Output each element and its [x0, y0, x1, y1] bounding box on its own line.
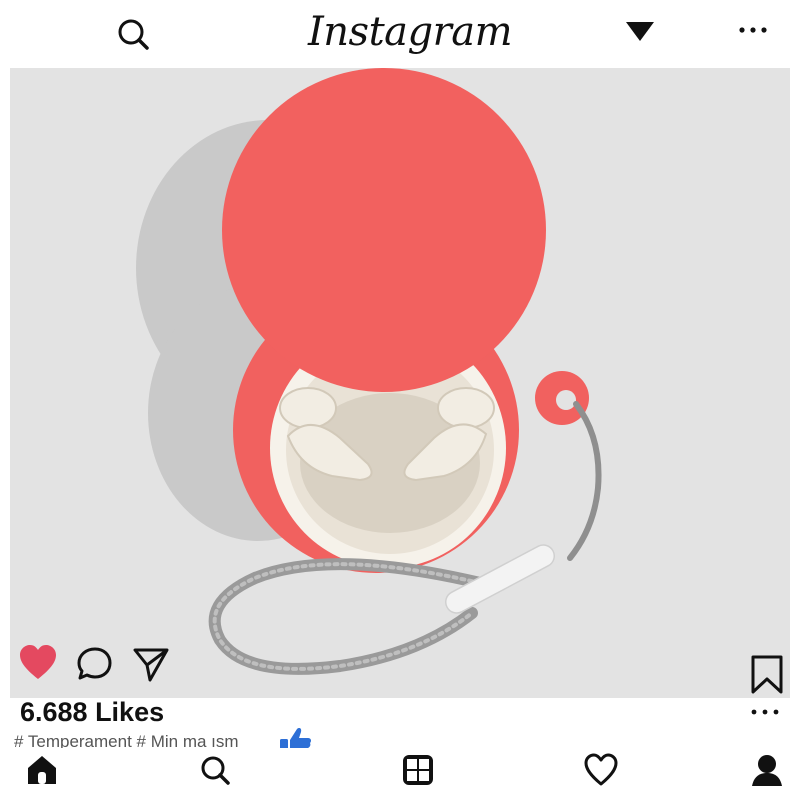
bookmark-icon[interactable]	[748, 654, 786, 696]
share-icon[interactable]	[132, 645, 170, 683]
heart-icon[interactable]	[18, 644, 58, 682]
search-icon[interactable]	[116, 17, 150, 51]
post-more-icon[interactable]	[748, 702, 782, 722]
app-logo: Instagram	[307, 9, 513, 55]
post-image[interactable]	[10, 68, 790, 698]
dropdown-triangle-icon[interactable]	[624, 20, 656, 44]
home-icon[interactable]	[24, 752, 60, 788]
comment-icon[interactable]	[76, 646, 114, 682]
more-horizontal-icon[interactable]	[736, 18, 770, 42]
reels-icon[interactable]	[400, 752, 436, 788]
likes-count[interactable]: 6.688 Likes	[20, 696, 164, 728]
search-icon[interactable]	[197, 752, 233, 788]
profile-icon[interactable]	[749, 752, 785, 788]
activity-heart-icon[interactable]	[583, 752, 619, 788]
